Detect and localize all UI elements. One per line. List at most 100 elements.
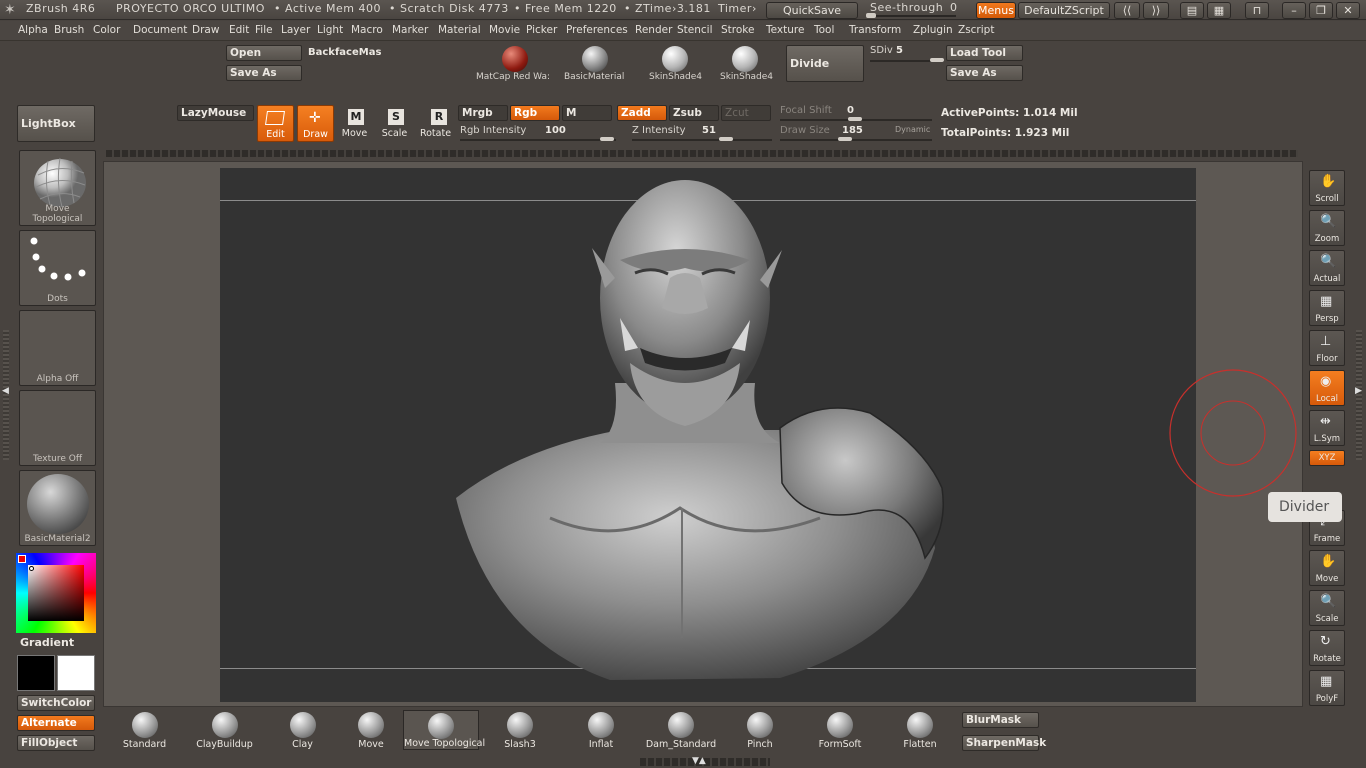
viewport-canvas[interactable] (220, 168, 1196, 702)
rgb-intensity-knob[interactable] (600, 137, 614, 141)
skinshade-slot-2[interactable]: SkinShade4 (712, 44, 782, 84)
quicksave-button[interactable]: QuickSave (766, 2, 858, 19)
menu-color[interactable]: Color (93, 24, 120, 36)
mrgb-button[interactable]: Mrgb (458, 105, 508, 121)
menu-zplugin[interactable]: Zplugin (913, 24, 953, 36)
zadd-button[interactable]: Zadd (617, 105, 667, 121)
brush-claybuildup[interactable]: ClayBuildup (187, 710, 262, 750)
next-icon[interactable]: ⟩⟩ (1143, 2, 1169, 19)
menu-zscript[interactable]: Zscript (958, 24, 994, 36)
dynamic-toggle[interactable]: Dynamic (895, 125, 930, 134)
scale-button[interactable]: S Scale (376, 105, 412, 142)
main-color-swatch[interactable] (17, 655, 55, 691)
layout-icon[interactable]: ▤ (1180, 2, 1204, 19)
edit-button[interactable]: Edit (257, 105, 294, 142)
menu-file[interactable]: File (255, 24, 273, 36)
z-intensity-knob[interactable] (719, 137, 733, 141)
saturation-square[interactable] (28, 565, 84, 621)
right-shelf-scroll[interactable]: ✋ Scroll (1309, 170, 1345, 206)
right-shelf-lsym[interactable]: ⇹ L.Sym (1309, 410, 1345, 446)
menu-material[interactable]: Material (438, 24, 481, 36)
menu-stencil[interactable]: Stencil (677, 24, 713, 36)
menu-light[interactable]: Light (317, 24, 343, 36)
texture-slot[interactable]: Texture Off (19, 390, 96, 466)
zcut-button[interactable]: Zcut (721, 105, 771, 121)
layout2-icon[interactable]: ▦ (1207, 2, 1231, 19)
brush-flatten[interactable]: Flatten (882, 710, 958, 750)
seethrough-slider[interactable] (866, 15, 956, 17)
menu-brush[interactable]: Brush (54, 24, 84, 36)
rgb-intensity-slider[interactable] (460, 139, 616, 141)
load-tool-button[interactable]: Load Tool (946, 45, 1023, 61)
menu-movie[interactable]: Movie (489, 24, 520, 36)
color-picker[interactable] (16, 553, 96, 633)
stroke-slot[interactable]: Dots (19, 230, 96, 306)
brush-move-topological[interactable]: Move Topological (403, 710, 485, 750)
left-tray-arrow-icon[interactable]: ◀ (2, 386, 9, 396)
zsub-button[interactable]: Zsub (669, 105, 719, 121)
fillobject-button[interactable]: FillObject (17, 735, 95, 751)
brush-formsoft[interactable]: FormSoft (802, 710, 878, 750)
prev-icon[interactable]: ⟨⟨ (1114, 2, 1140, 19)
sdiv-knob[interactable] (930, 58, 944, 62)
sharpenmask-button[interactable]: SharpenMask (962, 735, 1046, 751)
close-icon[interactable]: ✕ (1336, 2, 1360, 19)
m-button[interactable]: M (562, 105, 612, 121)
brush-move[interactable]: Move (343, 710, 399, 750)
material-slot[interactable]: BasicMaterial2 (19, 470, 96, 546)
tool-save-as-button[interactable]: Save As (946, 65, 1023, 81)
draw-size-slider[interactable] (780, 139, 932, 141)
right-shelf-zoom[interactable]: 🔍 Zoom (1309, 210, 1345, 246)
skinshade-slot-1[interactable]: SkinShade4 (640, 44, 710, 84)
menu-render[interactable]: Render (635, 24, 672, 36)
menu-stroke[interactable]: Stroke (721, 24, 754, 36)
draw-size-knob[interactable] (838, 137, 852, 141)
menu-macro[interactable]: Macro (351, 24, 383, 36)
lazymouse-button[interactable]: LazyMouse (177, 105, 254, 121)
matcap-red-wax-slot[interactable]: MatCap Red Wa: (474, 44, 558, 84)
right-shelf-actual[interactable]: 🔍 Actual (1309, 250, 1345, 286)
right-shelf-rotate[interactable]: ↻ Rotate (1309, 630, 1345, 666)
menu-layer[interactable]: Layer (281, 24, 310, 36)
menu-draw[interactable]: Draw (192, 24, 219, 36)
default-zscript-button[interactable]: DefaultZScript (1018, 2, 1110, 19)
right-shelf-polyf[interactable]: ▦ PolyF (1309, 670, 1345, 706)
secondary-color-swatch[interactable] (57, 655, 95, 691)
rgb-button[interactable]: Rgb (510, 105, 560, 121)
alternate-button[interactable]: Alternate (17, 715, 95, 731)
right-tray-arrow-icon[interactable]: ▶ (1355, 386, 1362, 396)
lock-icon[interactable]: ⊓ (1245, 2, 1269, 19)
top-shelf-divider[interactable] (106, 150, 1298, 157)
right-shelf-move[interactable]: ✋ Move (1309, 550, 1345, 586)
brush-slot[interactable]: Move Topological (19, 150, 96, 226)
right-shelf-local[interactable]: ◉ Local (1309, 370, 1345, 406)
menu-document[interactable]: Document (133, 24, 187, 36)
lightbox-button[interactable]: LightBox (17, 105, 95, 142)
brush-standard[interactable]: Standard (107, 710, 182, 750)
menu-preferences[interactable]: Preferences (566, 24, 628, 36)
seethrough-knob[interactable] (866, 13, 876, 18)
restore-icon[interactable]: ❐ (1309, 2, 1333, 19)
menu-picker[interactable]: Picker (526, 24, 557, 36)
open-button[interactable]: Open (226, 45, 302, 61)
brush-pinch[interactable]: Pinch (722, 710, 798, 750)
alpha-slot[interactable]: Alpha Off (19, 310, 96, 386)
z-intensity-slider[interactable] (632, 139, 772, 141)
brush-clay[interactable]: Clay (266, 710, 339, 750)
right-shelf-xyz[interactable]: XYZ (1309, 450, 1345, 466)
basic-material-slot[interactable]: BasicMaterial (560, 44, 630, 84)
menu-alpha[interactable]: Alpha (18, 24, 48, 36)
move-button[interactable]: M Move (336, 105, 372, 142)
menu-tool[interactable]: Tool (814, 24, 834, 36)
brush-inflat[interactable]: Inflat (563, 710, 639, 750)
brush-dam-standard[interactable]: Dam_Standard (643, 710, 719, 750)
draw-button[interactable]: ✛ Draw (297, 105, 334, 142)
right-shelf-scale[interactable]: 🔍 Scale (1309, 590, 1345, 626)
right-shelf-floor[interactable]: ⊥ Floor (1309, 330, 1345, 366)
menu-marker[interactable]: Marker (392, 24, 428, 36)
menu-edit[interactable]: Edit (229, 24, 249, 36)
brush-slash3[interactable]: Slash3 (482, 710, 558, 750)
right-shelf-persp[interactable]: ▦ Persp (1309, 290, 1345, 326)
switchcolor-button[interactable]: SwitchColor (17, 695, 95, 711)
minimize-icon[interactable]: – (1282, 2, 1306, 19)
